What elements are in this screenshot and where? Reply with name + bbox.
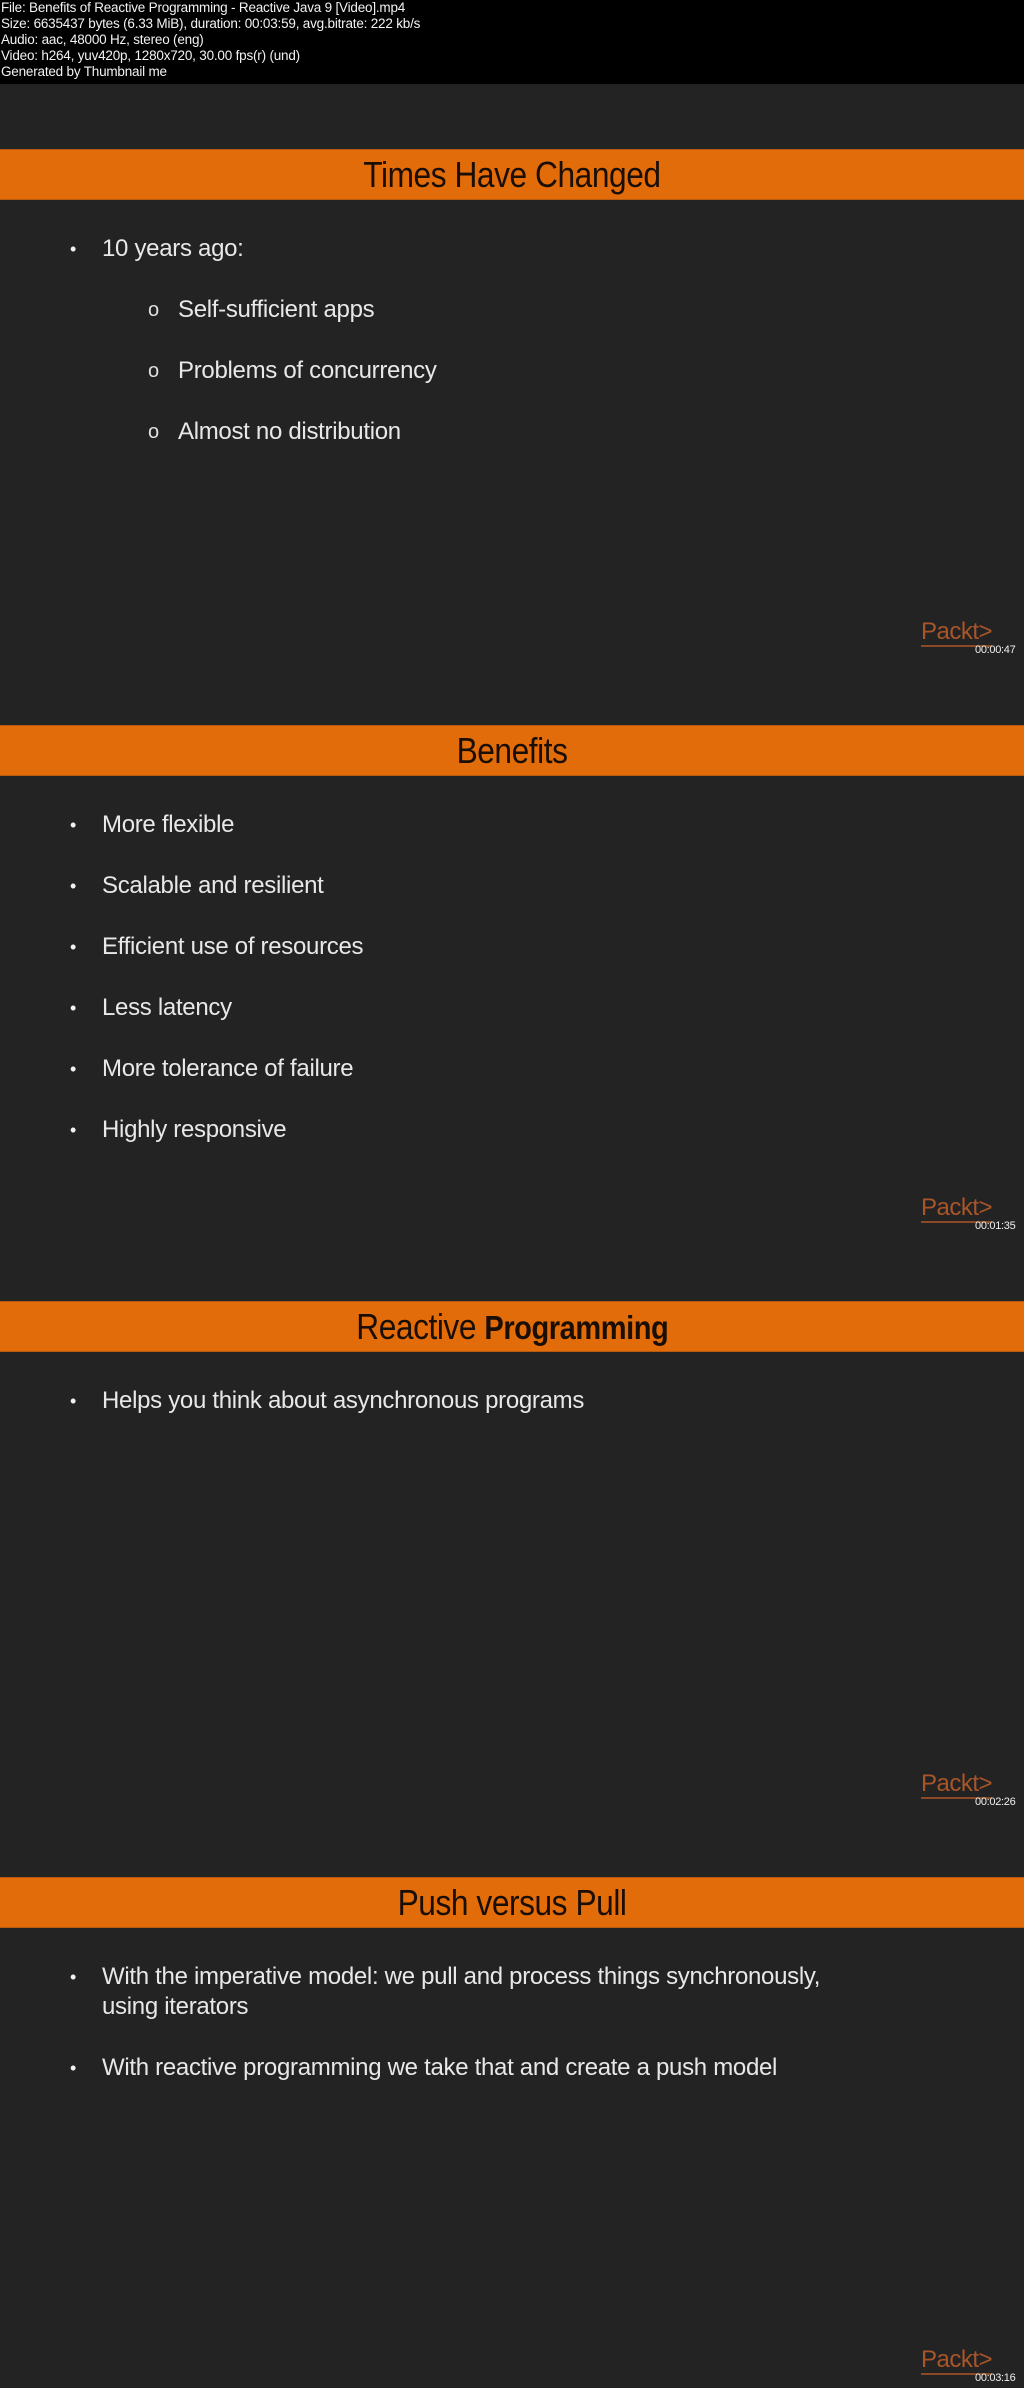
bullet-icon: • [70,1120,77,1140]
generator-line: Generated by Thumbnail me [1,64,167,79]
bullet-icon: • [70,2058,77,2078]
bullet-icon: • [70,998,77,1018]
bullet-item: • More tolerance of failure [70,1054,354,1084]
bullet-item: • Less latency [70,993,232,1023]
bullet-text: Problems of concurrency [178,357,437,384]
video-timestamp: 00:01:35 [975,1220,1016,1232]
audio-info-line: Audio: aac, 48000 Hz, stereo (eng) [1,32,204,47]
video-timestamp: 00:00:47 [975,644,1016,656]
bullet-item: • With reactive programming we take that… [70,2053,777,2083]
slide-title-band: Times Have Changed [0,149,1024,200]
slide-thumbnail: Times Have Changed • 10 years ago: o Sel… [0,84,1024,660]
bullet-icon: • [70,239,77,259]
bullet-text: Efficient use of resources [102,933,364,960]
bullet-text: Less latency [102,994,232,1021]
slide-thumbnail: Push versus Pull • With the imperative m… [0,1812,1024,2388]
bullet-item: • Efficient use of resources [70,932,364,962]
video-timestamp: 00:03:16 [975,2372,1016,2384]
slide-title: Push versus Pull [397,1881,627,1923]
slide-thumbnail: Reactive Programming • Helps you think a… [0,1236,1024,1812]
bullet-icon: • [70,1059,77,1079]
slide-title-band: Reactive Programming [0,1301,1024,1352]
circle-bullet-icon: o [148,421,159,443]
slide-title: Times Have Changed [363,153,661,195]
packt-logo: Packt> [921,2346,993,2375]
packt-logo: Packt> [921,618,993,647]
bullet-icon: • [70,876,77,896]
slide-title: Reactive Programming [355,1305,669,1347]
bullet-item: • With the imperative model: we pull and… [70,1962,862,2022]
slide-title-band: Benefits [0,725,1024,776]
bullet-item: • 10 years ago: [70,234,244,264]
bullet-text: Self-sufficient apps [178,296,375,323]
bullet-icon: • [70,1391,77,1411]
bullet-text: Almost no distribution [178,418,401,445]
bullet-icon: • [70,815,77,835]
circle-bullet-icon: o [148,360,159,382]
bullet-text: More flexible [102,811,235,838]
bullet-text: With the imperative model: we pull and p… [102,1963,821,2020]
packt-logo: Packt> [921,1770,993,1799]
bullet-text: Highly responsive [102,1116,287,1143]
bullet-text: 10 years ago: [102,235,244,262]
sub-bullet-item: o Self-sufficient apps [148,295,375,325]
bullet-text: Helps you think about asynchronous progr… [102,1387,585,1414]
file-name-line: File: Benefits of Reactive Programming -… [1,0,406,15]
sub-bullet-item: o Almost no distribution [148,417,401,447]
bullet-text: More tolerance of failure [102,1055,354,1082]
bullet-text: With reactive programming we take that a… [102,2054,778,2081]
bullet-item: • Scalable and resilient [70,871,324,901]
file-info-header: File: Benefits of Reactive Programming -… [0,0,1024,84]
video-info-line: Video: h264, yuv420p, 1280x720, 30.00 fp… [1,48,300,63]
bullet-item: • Helps you think about asynchronous pro… [70,1386,584,1416]
bullet-item: • Highly responsive [70,1115,287,1145]
slide-title: Benefits [456,729,568,771]
circle-bullet-icon: o [148,299,159,321]
bullet-icon: • [70,937,77,957]
file-size-line: Size: 6635437 bytes (6.33 MiB), duration… [1,16,421,31]
slide-title-band: Push versus Pull [0,1877,1024,1928]
video-timestamp: 00:02:26 [975,1796,1016,1808]
sub-bullet-item: o Problems of concurrency [148,356,437,386]
bullet-text: Scalable and resilient [102,872,324,899]
slide-thumbnail: Benefits • More flexible • Scalable and … [0,660,1024,1236]
slide-title-bold: Programming [484,1308,669,1346]
slide-title-regular: Reactive [355,1305,476,1347]
packt-logo: Packt> [921,1194,993,1223]
bullet-item: • More flexible [70,810,234,840]
bullet-icon: • [70,1967,77,1987]
